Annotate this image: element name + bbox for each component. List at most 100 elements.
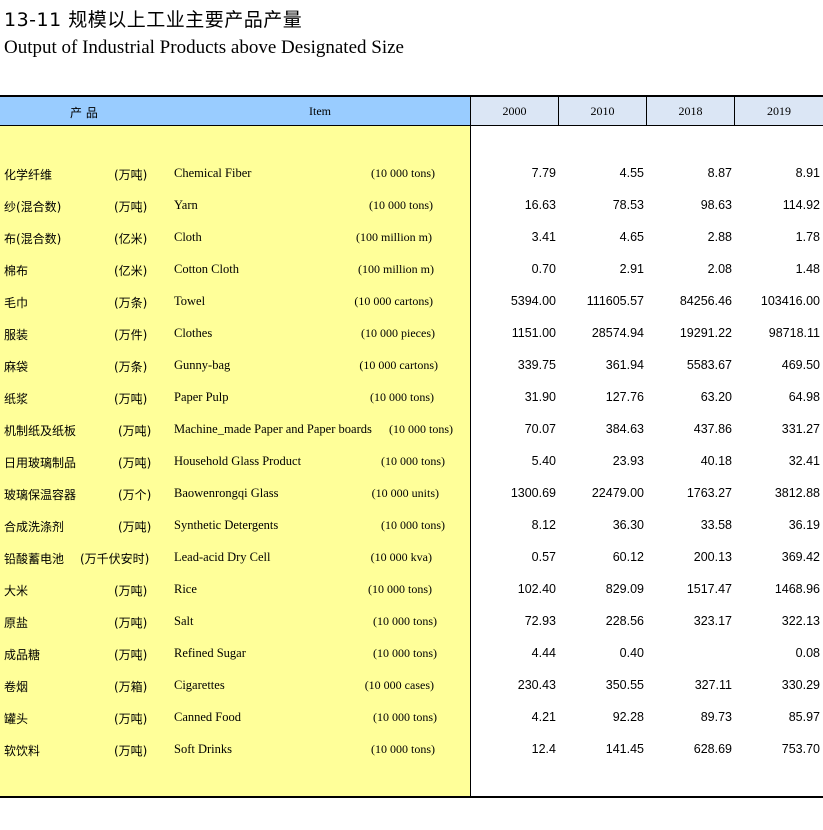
row-name-cn: 卷烟 xyxy=(4,680,29,694)
row-unit-cn: (万吨) xyxy=(114,744,148,758)
row-unit-cn: (万条) xyxy=(114,360,148,374)
row-unit-en: (10 000 tons) xyxy=(381,518,445,532)
table-row: 纸浆 (万吨) Paper Pulp (10 000 tons) 31.90 127.76… xyxy=(0,382,823,414)
table-row: 合成洗涤剂 (万吨) Synthetic Detergents (10 000 ton… xyxy=(0,510,823,542)
row-name-cn: 铅酸蓄电池 xyxy=(4,552,65,566)
value-cell-2018: 628.69 xyxy=(693,742,732,756)
value-cell-2018: 1517.47 xyxy=(686,582,732,596)
table-row: 铅酸蓄电池 (万千伏安时) Lead-acid Dry Cell (10 000 kv… xyxy=(0,542,823,574)
value-cell-2010: 350.55 xyxy=(605,678,644,692)
table-row: 玻璃保温容器 (万个) Baowenrongqi Glass (10 000 unit… xyxy=(0,478,823,510)
value-cell-2010: 361.94 xyxy=(605,358,644,372)
table-row: 机制纸及纸板 (万吨) Machine_made Paper and Paper b… xyxy=(0,414,823,446)
value-cell-2000: 12.4 xyxy=(531,742,556,756)
value-cell-2019: 8.91 xyxy=(795,166,820,180)
value-cell-2010: 127.76 xyxy=(605,390,644,404)
row-name-cn: 原盐 xyxy=(4,616,29,630)
row-unit-cn: (万吨) xyxy=(114,616,148,630)
row-unit-en: (10 000 tons) xyxy=(373,710,437,724)
row-unit-en: (10 000 units) xyxy=(371,486,439,500)
row-name-cn: 服装 xyxy=(4,328,29,342)
row-unit-cn: (亿米) xyxy=(114,264,148,278)
row-unit-cn: (万吨) xyxy=(114,200,148,214)
value-cell-2000: 1151.00 xyxy=(511,326,556,340)
row-name-en: Cloth xyxy=(174,230,202,244)
value-cell-2010: 28574.94 xyxy=(591,326,644,340)
value-cell-2010: 4.55 xyxy=(619,166,644,180)
header-divider xyxy=(734,97,735,125)
value-cell-2019: 469.50 xyxy=(781,358,820,372)
row-name-cn: 毛巾 xyxy=(4,296,29,310)
table-row: 大米 (万吨) Rice (10 000 tons) 102.40 829.09 1517.… xyxy=(0,574,823,606)
value-cell-2010: 92.28 xyxy=(612,710,644,724)
value-cell-2010: 78.53 xyxy=(612,198,644,212)
value-cell-2010: 22479.00 xyxy=(591,486,644,500)
value-cell-2019: 1468.96 xyxy=(774,582,820,596)
row-unit-en: (10 000 kva) xyxy=(370,550,432,564)
header-year-2019: 2019 xyxy=(735,97,823,125)
row-unit-cn: (万吨) xyxy=(118,424,152,438)
row-name-en: Salt xyxy=(174,614,194,628)
table-row: 原盐 (万吨) Salt (10 000 tons) 72.93 228.56 323.17… xyxy=(0,606,823,638)
table-row: 成品糖 (万吨) Refined Sugar (10 000 tons) 4.44 0.4… xyxy=(0,638,823,670)
table-row: 软饮料 (万吨) Soft Drinks (10 000 tons) 12.4 141.4… xyxy=(0,734,823,766)
value-cell-2010: 111605.57 xyxy=(586,294,644,308)
row-unit-en: (10 000 tons) xyxy=(373,646,437,660)
row-unit-cn: (万吨) xyxy=(118,520,152,534)
table-row: 毛巾 (万条) Towel (10 000 cartons) 5394.00 111605… xyxy=(0,286,823,318)
row-unit-cn: (万箱) xyxy=(114,680,148,694)
table-row: 麻袋 (万条) Gunny-bag (10 000 cartons) 339.75 361… xyxy=(0,350,823,382)
value-cell-2019: 322.13 xyxy=(781,614,820,628)
row-name-cn: 合成洗涤剂 xyxy=(4,520,65,534)
row-unit-cn: (万吨) xyxy=(118,456,152,470)
value-cell-2019: 753.70 xyxy=(781,742,820,756)
value-cell-2000: 102.40 xyxy=(517,582,556,596)
value-cell-2010: 2.91 xyxy=(619,262,644,276)
value-cell-2019: 85.97 xyxy=(788,710,820,724)
value-cell-2019: 3812.88 xyxy=(774,486,820,500)
header-year-2018: 2018 xyxy=(647,97,734,125)
value-cell-2000: 3.41 xyxy=(531,230,556,244)
row-unit-cn: (万件) xyxy=(114,328,148,342)
row-unit-cn: (万吨) xyxy=(114,392,148,406)
row-name-en: Household Glass Product xyxy=(174,454,302,468)
row-unit-cn: (万吨) xyxy=(114,712,148,726)
value-cell-2018: 63.20 xyxy=(700,390,732,404)
value-cell-2000: 16.63 xyxy=(524,198,556,212)
value-cell-2000: 31.90 xyxy=(524,390,556,404)
value-cell-2019: 103416.00 xyxy=(760,294,820,308)
value-cell-2019: 36.19 xyxy=(788,518,820,532)
row-name-cn: 日用玻璃制品 xyxy=(4,456,77,470)
row-unit-en: (10 000 cases) xyxy=(364,678,434,692)
row-unit-en: (10 000 tons) xyxy=(371,742,435,756)
row-unit-en: (10 000 tons) xyxy=(389,422,453,436)
row-name-cn: 机制纸及纸板 xyxy=(4,424,77,438)
value-cell-2019: 64.98 xyxy=(788,390,820,404)
row-name-en: Gunny-bag xyxy=(174,358,231,372)
row-name-en: Machine_made Paper and Paper boards xyxy=(174,422,372,436)
row-unit-en: (10 000 pieces) xyxy=(361,326,435,340)
header-divider xyxy=(558,97,559,125)
row-name-en: Chemical Fiber xyxy=(174,166,252,180)
row-unit-en: (10 000 cartons) xyxy=(354,294,433,308)
value-cell-2019: 0.08 xyxy=(795,646,820,660)
row-name-en: Rice xyxy=(174,582,197,596)
value-cell-2000: 70.07 xyxy=(524,422,556,436)
row-unit-en: (10 000 cartons) xyxy=(359,358,438,372)
value-cell-2010: 4.65 xyxy=(619,230,644,244)
header-year-2000: 2000 xyxy=(471,97,558,125)
value-cell-2010: 23.93 xyxy=(612,454,644,468)
row-unit-en: (10 000 tons) xyxy=(373,614,437,628)
value-cell-2019: 331.27 xyxy=(781,422,820,436)
row-name-en: Refined Sugar xyxy=(174,646,246,660)
value-cell-2000: 339.75 xyxy=(517,358,556,372)
row-name-en: Cotton Cloth xyxy=(174,262,239,276)
value-cell-2019: 98718.11 xyxy=(768,326,820,340)
row-unit-cn: (万吨) xyxy=(114,584,148,598)
row-unit-en: (10 000 tons) xyxy=(370,390,434,404)
row-name-cn: 麻袋 xyxy=(4,360,29,374)
value-cell-2018: 89.73 xyxy=(700,710,732,724)
row-unit-en: (10 000 tons) xyxy=(368,582,432,596)
value-cell-2019: 1.78 xyxy=(795,230,820,244)
bottom-rule xyxy=(0,796,823,798)
